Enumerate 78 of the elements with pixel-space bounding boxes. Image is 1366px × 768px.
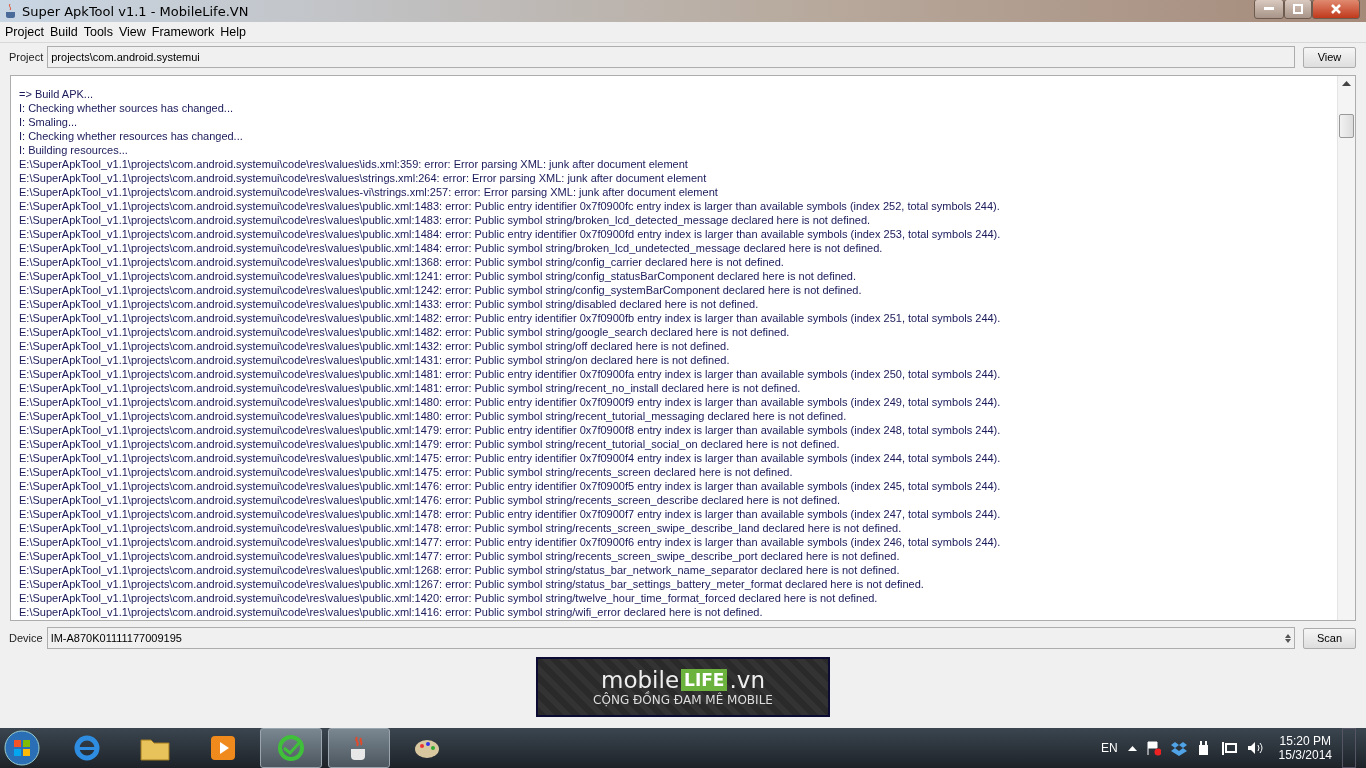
clock-date[interactable]: 15/3/2014 bbox=[1278, 748, 1332, 762]
log-line: I: Checking whether resources has changed... bbox=[19, 129, 244, 143]
network-icon[interactable] bbox=[1220, 740, 1237, 756]
language-indicator[interactable]: EN bbox=[1100, 741, 1118, 755]
log-line: E:\SuperApkTool_v1.1\projects\com.android.systemui\code\res\values\public.xml:1242: error: Public symbol string/config_systemBarComponent declared here is not defined. bbox=[19, 283, 863, 297]
log-line: E:\SuperApkTool_v1.1\projects\com.android.systemui\code\res\values\public.xml:1420: error: Public symbol string/twelve_hour_time_format_forced declared here is not defined. bbox=[19, 591, 879, 605]
log-line: E:\SuperApkTool_v1.1\projects\com.android.systemui\code\res\values\public.xml:1480: error: Public entry identifier 0x7f0900f9 entry index is larger than available symbols (index 249, total symbols 244). bbox=[19, 395, 1002, 409]
log-line: E:\SuperApkTool_v1.1\projects\com.android.systemui\code\res\values\public.xml:1480: error: Public symbol string/recent_tutorial_messaging declared here is not defined. bbox=[19, 409, 848, 423]
log-line: I: Building resources... bbox=[19, 143, 129, 157]
menu-item[interactable]: Tools bbox=[80, 25, 116, 39]
speaker-icon[interactable] bbox=[1246, 741, 1263, 755]
log-line: E:\SuperApkTool_v1.1\projects\com.android.systemui\code\res\values\public.xml:1477: error: Public entry identifier 0x7f0900f6 entry index is larger than available symbols (index 246, total symbols 244). bbox=[19, 535, 1002, 549]
log-line: E:\SuperApkTool_v1.1\projects\com.android.systemui\code\res\values\public.xml:1483: error: Public entry identifier 0x7f0900fc entry index is larger than available symbols (index 252, total symbols 244). bbox=[19, 199, 1001, 213]
scan-button[interactable]: Scan bbox=[1303, 627, 1356, 649]
scrollbar-thumb[interactable] bbox=[1339, 114, 1354, 138]
minimize-button[interactable] bbox=[1254, 0, 1284, 19]
taskbar-button[interactable] bbox=[328, 728, 390, 768]
caret-up-icon[interactable] bbox=[1127, 745, 1137, 751]
log-line: E:\SuperApkTool_v1.1\projects\com.android.systemui\code\res\values\public.xml:1478: error: Public symbol string/recents_screen_swipe_describe_land declared here is not defined. bbox=[19, 521, 903, 535]
log-line: E:\SuperApkTool_v1.1\projects\com.android.systemui\code\res\values\public.xml:1475: error: Public symbol string/recents_screen declared here is not defined. bbox=[19, 465, 794, 479]
close-icon bbox=[1331, 4, 1341, 14]
field-label: Device bbox=[9, 632, 43, 644]
log-line: I: Smaling... bbox=[19, 115, 79, 129]
maximize-button[interactable] bbox=[1284, 0, 1312, 19]
box-icon[interactable] bbox=[1170, 740, 1187, 756]
log-line: E:\SuperApkTool_v1.1\projects\com.android.systemui\code\res\values\public.xml:1476: error: Public symbol string/recents_screen_describe declared here is not defined. bbox=[19, 493, 842, 507]
log-line: E:\SuperApkTool_v1.1\projects\com.android.systemui\code\res\values\strings.xml:264: error: Error parsing XML: junk after document element bbox=[19, 171, 708, 185]
log-line: E:\SuperApkTool_v1.1\projects\com.android.systemui\code\res\values\public.xml:1268: error: Public symbol string/status_bar_network_name_separator declared here is not defined. bbox=[19, 563, 901, 577]
log-line: E:\SuperApkTool_v1.1\projects\com.android.systemui\code\res\values\public.xml:1368: error: Public symbol string/config_carrier declared here is not defined. bbox=[19, 255, 785, 269]
log-line: E:\SuperApkTool_v1.1\projects\com.android.systemui\code\res\values\public.xml:1479: error: Public symbol string/recent_tutorial_social_on declared here is not defined. bbox=[19, 437, 841, 451]
view-button[interactable]: View bbox=[1303, 46, 1356, 68]
menu-item[interactable]: Build bbox=[46, 25, 81, 39]
window-title: Super ApkTool v1.1 - MobileLife.VN bbox=[22, 3, 250, 19]
logo-text: .vn bbox=[729, 667, 765, 693]
scrollbar[interactable] bbox=[1337, 76, 1355, 620]
log-line: E:\SuperApkTool_v1.1\projects\com.android.systemui\code\res\values\public.xml:1482: error: Public symbol string/google_search declared here is not defined. bbox=[19, 325, 791, 339]
dropdown-arrow-icon bbox=[1285, 633, 1291, 643]
scroll-up-icon[interactable] bbox=[1342, 80, 1351, 86]
log-line: E:\SuperApkTool_v1.1\projects\com.android.systemui\code\res\values\public.xml:1482: error: Public entry identifier 0x7f0900fb entry index is larger than available symbols (index 251, total symbols 244). bbox=[19, 311, 1002, 325]
project-path-field[interactable]: projects\com.android.systemui bbox=[47, 46, 1295, 68]
clock-time[interactable]: 15:20 PM bbox=[1279, 734, 1331, 748]
log-line: E:\SuperApkTool_v1.1\projects\com.android.systemui\code\res\values\public.xml:1433: error: Public symbol string/disabled declared here is not defined. bbox=[19, 297, 760, 311]
menu-item[interactable]: Help bbox=[217, 25, 249, 39]
menu-item[interactable]: View bbox=[115, 25, 149, 39]
log-line: => Build APK... bbox=[19, 87, 94, 101]
coffee-cup-icon bbox=[4, 3, 18, 19]
start-icon[interactable] bbox=[4, 730, 40, 766]
log-line: E:\SuperApkTool_v1.1\projects\com.android.systemui\code\res\values\public.xml:1241: error: Public symbol string/config_statusBarComponent declared here is not defined. bbox=[19, 269, 858, 283]
log-line: E:\SuperApkTool_v1.1\projects\com.android.systemui\code\res\values\public.xml:1481: error: Public entry identifier 0x7f0900fa entry index is larger than available symbols (index 250, total symbols 244). bbox=[19, 367, 1002, 381]
log-line: E:\SuperApkTool_v1.1\projects\com.android.systemui\code\res\values\public.xml:1483: error: Public symbol string/broken_lcd_detected_message declared here is not defined. bbox=[19, 213, 872, 227]
log-line: E:\SuperApkTool_v1.1\projects\com.android.systemui\code\res\values\public.xml:1432: error: Public symbol string/off declared here is not defined. bbox=[19, 339, 731, 353]
log-line: E:\SuperApkTool_v1.1\projects\com.android.systemui\code\res\values-vi\strings.xml:257: error: Error parsing XML: junk after document element bbox=[19, 185, 719, 199]
close-button[interactable] bbox=[1312, 0, 1360, 19]
flag-icon[interactable] bbox=[1146, 740, 1161, 756]
minimize-icon bbox=[1264, 7, 1274, 11]
log-line: E:\SuperApkTool_v1.1\projects\com.android.systemui\code\res\values\public.xml:1484: error: Public symbol string/broken_lcd_undetected_message declared here is not defined. bbox=[19, 241, 884, 255]
maximize-icon bbox=[1293, 4, 1303, 14]
log-line: E:\SuperApkTool_v1.1\projects\com.android.systemui\code\res\values\public.xml:1478: error: Public entry identifier 0x7f0900f7 entry index is larger than available symbols (index 247, total symbols 244). bbox=[19, 507, 1002, 521]
log-line: E:\SuperApkTool_v1.1\projects\com.android.systemui\code\res\values\ids.xml:359: error: Error parsing XML: junk after document element bbox=[19, 157, 689, 171]
log-line: E:\SuperApkTool_v1.1\projects\com.android.systemui\code\res\values\public.xml:1479: error: Public entry identifier 0x7f0900f8 entry index is larger than available symbols (index 248, total symbols 244). bbox=[19, 423, 1002, 437]
banner-tagline: CỘNG ĐỒNG ĐAM MÊ MOBILE bbox=[593, 693, 773, 707]
device-dropdown[interactable]: IM-A870K01111177009195 bbox=[46, 627, 1295, 649]
log-line: E:\SuperApkTool_v1.1\projects\com.android.systemui\code\res\values\public.xml:1484: error: Public entry identifier 0x7f0900fd entry index is larger than available symbols (index 253, total symbols 244). bbox=[19, 227, 1002, 241]
logo-badge: LIFE bbox=[681, 669, 728, 691]
log-line: E:\SuperApkTool_v1.1\projects\com.android.systemui\code\res\values\public.xml:1477: error: Public symbol string/recents_screen_swipe_describe_port declared here is not defined. bbox=[19, 549, 901, 563]
log-line: E:\SuperApkTool_v1.1\projects\com.android.systemui\code\res\values\public.xml:1416: error: Public symbol string/wifi_error declared here is not defined. bbox=[19, 605, 764, 619]
browser-icon bbox=[72, 733, 102, 763]
play-icon bbox=[208, 733, 238, 763]
menu-item[interactable]: Project bbox=[2, 25, 47, 39]
log-line: I: Checking whether sources has changed... bbox=[19, 101, 234, 115]
log-line: E:\SuperApkTool_v1.1\projects\com.android.systemui\code\res\values\public.xml:1431: error: Public symbol string/on declared here is not defined. bbox=[19, 353, 731, 367]
log-line: E:\SuperApkTool_v1.1\projects\com.android.systemui\code\res\values\public.xml:1481: error: Public symbol string/recent_no_install declared here is not defined. bbox=[19, 381, 802, 395]
log-line: E:\SuperApkTool_v1.1\projects\com.android.systemui\code\res\values\public.xml:1267: error: Public symbol string/status_bar_settings_battery_meter_format declared here is not defined. bbox=[19, 577, 925, 591]
log-line: E:\SuperApkTool_v1.1\projects\com.android.systemui\code\res\values\public.xml:1476: error: Public entry identifier 0x7f0900f5 entry index is larger than available symbols (index 245, total symbols 244). bbox=[19, 479, 1002, 493]
menu-item[interactable]: Framework bbox=[148, 25, 218, 39]
log-line: E:\SuperApkTool_v1.1\projects\com.android.systemui\code\res\values\public.xml:1475: error: Public entry identifier 0x7f0900f4 entry index is larger than available symbols (index 244, total symbols 244). bbox=[19, 451, 1002, 465]
field-label: Project bbox=[9, 51, 44, 63]
plug-icon[interactable] bbox=[1196, 740, 1211, 756]
